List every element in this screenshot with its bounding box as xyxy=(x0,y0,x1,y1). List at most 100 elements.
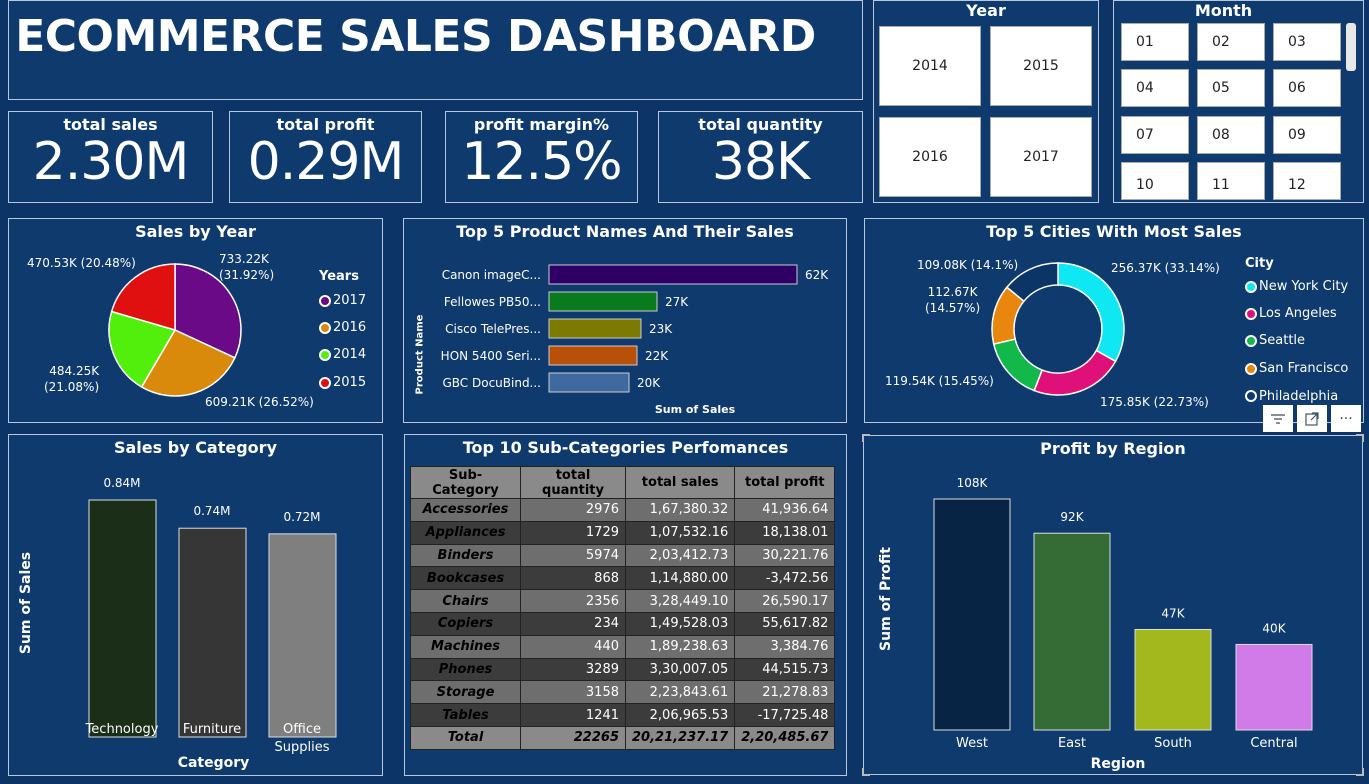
donut-slice-new-york-city[interactable] xyxy=(1057,262,1125,363)
month-option[interactable]: 12 xyxy=(1273,162,1341,200)
legend-item-los-angeles[interactable]: Los Angeles xyxy=(1245,306,1337,321)
legend-dot xyxy=(1245,280,1257,293)
table-row[interactable]: Storage 3158 2,23,843.61 21,278.83 xyxy=(410,680,836,705)
category-bar[interactable] xyxy=(268,533,337,738)
table-cell: 3,28,449.10 xyxy=(624,589,736,613)
resize-handle[interactable] xyxy=(862,768,870,776)
product-bar[interactable] xyxy=(548,345,638,366)
slice-label-2015: 470.53K (20.48%) xyxy=(27,256,136,270)
category-bar[interactable] xyxy=(88,499,157,738)
month-option[interactable]: 09 xyxy=(1273,116,1341,154)
month-option[interactable]: 10 xyxy=(1121,162,1189,200)
donut-slice-seattle[interactable] xyxy=(992,338,1044,392)
slice-label-new-york: 256.37K (33.14%) xyxy=(1111,261,1220,275)
table-cell: 2,06,965.53 xyxy=(624,703,736,727)
legend-item-2015[interactable]: 2015 xyxy=(319,375,366,390)
table-cell: 1729 xyxy=(520,520,626,545)
table-row[interactable]: Accessories 2976 1,67,380.32 41,936.64 xyxy=(410,498,836,522)
legend-dot xyxy=(319,294,331,307)
month-option[interactable]: 11 xyxy=(1197,162,1265,200)
kpi-total-sales[interactable]: total sales 2.30M xyxy=(8,111,213,203)
category-bar[interactable] xyxy=(178,527,247,738)
product-bar[interactable] xyxy=(548,264,798,285)
month-option[interactable]: 08 xyxy=(1197,116,1265,154)
resize-handle[interactable] xyxy=(862,434,870,442)
table-row[interactable]: Machines 440 1,89,238.63 3,384.76 xyxy=(410,634,836,659)
product-bar[interactable] xyxy=(548,291,658,312)
kpi-profit-margin[interactable]: profit margin% 12.5% xyxy=(445,111,638,203)
month-slicer-scrollbar[interactable] xyxy=(1346,23,1356,71)
region-bar[interactable] xyxy=(1033,532,1111,731)
bar-value-label: 40K xyxy=(1262,621,1286,635)
month-option[interactable]: 03 xyxy=(1273,23,1341,61)
legend-item-2017[interactable]: 2017 xyxy=(319,293,366,308)
table-row[interactable]: Bookcases 868 1,14,880.00 -3,472.56 xyxy=(410,566,836,591)
legend-item-seattle[interactable]: Seattle xyxy=(1245,333,1305,348)
legend-item-2014[interactable]: 2014 xyxy=(319,347,366,362)
table-total-row: Total 22265 20,21,237.17 2,20,485.67 xyxy=(410,725,836,750)
product-bar[interactable] xyxy=(548,318,642,339)
region-bar[interactable] xyxy=(1134,628,1212,731)
month-option[interactable]: 01 xyxy=(1121,23,1189,61)
x-axis-title: Region xyxy=(1090,756,1146,772)
region-bar[interactable] xyxy=(933,498,1011,731)
table-cell: Storage xyxy=(410,680,521,705)
year-option-2014[interactable]: 2014 xyxy=(879,26,981,106)
table-row[interactable]: Copiers 234 1,49,528.03 55,617.82 xyxy=(410,611,836,636)
legend-item-new-york[interactable]: New York City xyxy=(1245,279,1348,294)
legend-label: San Francisco xyxy=(1259,361,1349,376)
resize-handle[interactable] xyxy=(1356,434,1364,442)
month-option[interactable]: 02 xyxy=(1197,23,1265,61)
legend-label: Seattle xyxy=(1259,333,1306,348)
year-option-2017[interactable]: 2017 xyxy=(990,117,1092,197)
legend-item-san-francisco[interactable]: San Francisco xyxy=(1245,361,1348,376)
month-option[interactable]: 07 xyxy=(1121,116,1189,154)
table-row[interactable]: Binders 5974 2,03,412.73 30,221.76 xyxy=(410,543,836,568)
sales-by-year-visual[interactable]: Sales by Year 733.22K (31.92%) 609.21K (… xyxy=(8,218,383,423)
legend-dot xyxy=(1245,307,1257,320)
title-panel: ECOMMERCE SALES DASHBOARD xyxy=(8,0,863,100)
table-row[interactable]: Phones 3289 3,30,007.05 44,515.73 xyxy=(410,657,836,682)
table-row[interactable]: Chairs 2356 3,28,449.10 26,590.17 xyxy=(410,589,836,613)
product-label: Fellowes PB50... xyxy=(444,295,541,309)
month-option[interactable]: 06 xyxy=(1273,69,1341,107)
table-row[interactable]: Appliances 1729 1,07,532.16 18,138.01 xyxy=(410,520,836,545)
legend-label: Los Angeles xyxy=(1259,306,1337,321)
table-cell: -3,472.56 xyxy=(734,566,836,591)
top-cities-visual[interactable]: Top 5 Cities With Most Sales 256.37K (33… xyxy=(864,218,1364,423)
resize-handle[interactable] xyxy=(1356,768,1364,776)
kpi-total-profit[interactable]: total profit 0.29M xyxy=(229,111,422,203)
column-header[interactable]: total quantity xyxy=(520,466,626,499)
legend-dot xyxy=(1245,334,1257,347)
focus-mode-icon[interactable] xyxy=(1297,405,1327,432)
year-option-2015[interactable]: 2015 xyxy=(990,26,1092,106)
table-row[interactable]: Tables 1241 2,06,965.53 -17,725.48 xyxy=(410,703,836,727)
legend-label: Philadelphia xyxy=(1259,389,1339,403)
sales-by-category-visual[interactable]: Sales by Category 0.84M Technology 0.74M Fu… xyxy=(8,434,383,776)
legend-item-2016[interactable]: 2016 xyxy=(319,320,366,335)
year-slicer-title: Year xyxy=(966,1,1006,20)
kpi-total-quantity[interactable]: total quantity 38K xyxy=(658,111,863,203)
region-label: Central xyxy=(1250,736,1297,751)
table-cell: Chairs xyxy=(410,589,521,613)
column-header[interactable]: total profit xyxy=(734,466,836,499)
more-options-icon[interactable]: ··· xyxy=(1331,405,1361,432)
legend-item-philadelphia[interactable]: Philadelphia xyxy=(1245,389,1338,403)
column-header[interactable]: Sub-Category xyxy=(410,466,521,499)
profit-by-region-visual[interactable]: Profit by Region 108K West 92K East 47K South… xyxy=(863,435,1363,775)
column-header[interactable]: total sales xyxy=(624,466,736,499)
table-cell: 1,14,880.00 xyxy=(624,566,736,591)
top-products-visual[interactable]: Top 5 Product Names And Their Sales Cano… xyxy=(403,218,847,423)
table-cell: Accessories xyxy=(410,498,521,522)
region-label: East xyxy=(1058,736,1086,751)
region-bar[interactable] xyxy=(1235,643,1313,731)
filter-icon[interactable] xyxy=(1263,405,1293,432)
product-bar[interactable] xyxy=(548,372,630,393)
bar-value-label: 92K xyxy=(1060,510,1084,524)
donut-slice-los-angeles[interactable] xyxy=(1033,349,1117,396)
month-option[interactable]: 04 xyxy=(1121,69,1189,107)
table-cell: 1,67,380.32 xyxy=(624,498,736,522)
month-option[interactable]: 05 xyxy=(1197,69,1265,107)
year-option-2016[interactable]: 2016 xyxy=(879,117,981,197)
kpi-value: 0.29M xyxy=(247,132,405,192)
